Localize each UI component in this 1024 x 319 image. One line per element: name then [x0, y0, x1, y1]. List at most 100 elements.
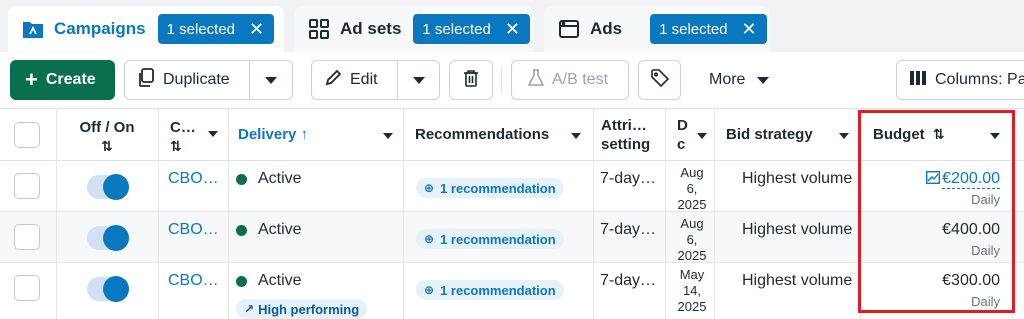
header-off-on[interactable]: Off / On ⇅: [56, 109, 158, 161]
delivery-status: Active: [258, 221, 302, 238]
campaign-name-link[interactable]: CBO…: [168, 170, 219, 188]
tab-campaigns[interactable]: Campaigns 1 selected ✕: [8, 6, 284, 52]
tab-ads[interactable]: Ads 1 selected ✕: [544, 6, 770, 52]
bid-strategy-value: Highest volume: [742, 221, 853, 238]
column-divider: [228, 109, 229, 319]
campaign-name-link[interactable]: CBO…: [168, 221, 219, 239]
duplicate-button[interactable]: Duplicate: [125, 61, 247, 99]
on-off-toggle[interactable]: [87, 225, 129, 251]
table-row[interactable]: CBO… Active ⊕ 1 recommendation 7-day… Au…: [0, 212, 1024, 263]
create-label: Create: [45, 71, 96, 88]
recommendation-label: 1 recommendation: [440, 282, 556, 298]
plus-icon: +: [25, 67, 38, 92]
recommendation-label: 1 recommendation: [440, 231, 556, 247]
column-divider: [714, 109, 715, 319]
ad-sets-selected-badge[interactable]: 1 selected ✕: [413, 14, 530, 44]
attribution-setting: 7-day…: [600, 272, 657, 289]
ads-selected-badge[interactable]: 1 selected ✕: [650, 14, 767, 44]
row-checkbox[interactable]: [14, 173, 40, 199]
edit-button-group: Edit: [311, 60, 440, 100]
tag-icon: [650, 68, 669, 92]
column-divider: [56, 109, 57, 319]
select-all-checkbox[interactable]: [14, 122, 40, 148]
chart-line-icon: [926, 170, 941, 189]
row-checkbox[interactable]: [14, 275, 40, 301]
recommendation-pill[interactable]: ⊕ 1 recommendation: [416, 178, 564, 198]
budget-amount[interactable]: €400.00: [942, 221, 1000, 239]
header-recommendations[interactable]: Recommendations: [403, 109, 593, 161]
header-bid-strategy[interactable]: Bid strategy: [714, 109, 860, 161]
header-bid-strategy-label: Bid strategy: [726, 126, 813, 143]
duplicate-label: Duplicate: [163, 71, 230, 88]
ab-test-label: A/B test: [552, 71, 609, 88]
flask-icon: [527, 68, 545, 92]
row-checkbox[interactable]: [14, 224, 40, 250]
on-off-toggle[interactable]: [87, 174, 129, 200]
header-recommendations-label: Recommendations: [415, 126, 550, 143]
chevron-down-icon: [265, 76, 277, 84]
campaigns-selected-text: 1 selected: [166, 20, 236, 38]
header-campaign[interactable]: C… ⇅: [158, 109, 228, 161]
ab-test-button[interactable]: A/B test: [511, 60, 629, 100]
clear-selection-icon[interactable]: ✕: [742, 20, 757, 38]
create-button[interactable]: + Create: [10, 60, 115, 100]
column-divider: [403, 109, 404, 319]
active-status-dot: [236, 174, 247, 185]
budget-amount[interactable]: €300.00: [942, 272, 1000, 290]
header-attribution-label-2: setting: [601, 136, 651, 153]
tag-button[interactable]: [638, 60, 681, 100]
recommendation-pill[interactable]: ⊕ 1 recommendation: [416, 280, 564, 300]
table-row[interactable]: CBO… Active ⊕ 1 recommendation 7-day… Au…: [0, 161, 1024, 212]
campaigns-selected-badge[interactable]: 1 selected ✕: [157, 14, 275, 44]
clear-selection-icon[interactable]: ✕: [505, 20, 520, 38]
clear-selection-icon[interactable]: ✕: [249, 20, 264, 38]
high-performing-label: High performing: [258, 301, 360, 317]
high-performing-pill[interactable]: ↗ High performing: [236, 299, 368, 319]
active-status-dot: [236, 225, 247, 236]
chevron-down-icon: [383, 133, 393, 139]
table-row[interactable]: CBO… Active ↗ High performing ⊕ 1 recomm…: [0, 263, 1024, 319]
toolbar: + Create Duplicate Edit A/B test More Co…: [0, 52, 1024, 108]
header-delivery[interactable]: Delivery ↑: [228, 109, 403, 161]
pencil-icon: [324, 69, 342, 92]
duplicate-dropdown-button[interactable]: [250, 61, 292, 99]
column-divider: [1012, 109, 1013, 319]
budget-value[interactable]: €200.00: [926, 170, 1000, 189]
budget-amount: €200.00: [942, 170, 1000, 189]
chevron-down-icon: [413, 76, 425, 84]
chevron-down-icon: [757, 76, 770, 84]
delivery-status: Active: [258, 170, 302, 187]
bid-strategy-value: Highest volume: [742, 272, 853, 289]
edit-label: Edit: [350, 71, 378, 88]
chevron-down-icon: [839, 133, 849, 139]
header-budget-label: Budget: [873, 126, 925, 143]
trend-up-icon: ↗: [244, 302, 255, 316]
recommendation-pill[interactable]: ⊕ 1 recommendation: [416, 229, 564, 249]
header-date[interactable]: D c: [665, 109, 714, 161]
sort-icon: ⇅: [170, 138, 182, 154]
header-attribution-label: Attri…: [601, 117, 647, 134]
edit-button[interactable]: Edit: [312, 61, 397, 99]
header-budget[interactable]: Budget ⇅: [860, 109, 1012, 161]
duplicate-icon: [137, 67, 155, 93]
chevron-down-icon: [697, 133, 707, 139]
budget-type: Daily: [971, 243, 1000, 258]
header-campaign-label: C…: [170, 119, 196, 136]
columns-label: Columns: Pa: [935, 71, 1024, 88]
trash-icon: [463, 69, 479, 92]
header-date-label-2: c: [677, 136, 686, 153]
header-date-label: D: [677, 117, 688, 134]
header-attribution[interactable]: Attri… setting: [593, 109, 665, 161]
attribution-setting: 7-day…: [600, 170, 657, 187]
columns-button[interactable]: Columns: Pa: [896, 60, 1024, 100]
chevron-down-icon: [990, 133, 1000, 139]
edit-dropdown-button[interactable]: [398, 61, 440, 99]
more-button[interactable]: More: [690, 60, 782, 100]
on-off-toggle[interactable]: [87, 276, 129, 302]
delivery-status: Active: [258, 272, 302, 289]
campaign-name-link[interactable]: CBO…: [168, 272, 219, 290]
budget-type: Daily: [971, 192, 1000, 207]
date-created: Aug 6, 2025: [677, 216, 707, 263]
delete-button[interactable]: [449, 60, 493, 100]
tab-ad-sets[interactable]: Ad sets 1 selected ✕: [294, 6, 534, 52]
